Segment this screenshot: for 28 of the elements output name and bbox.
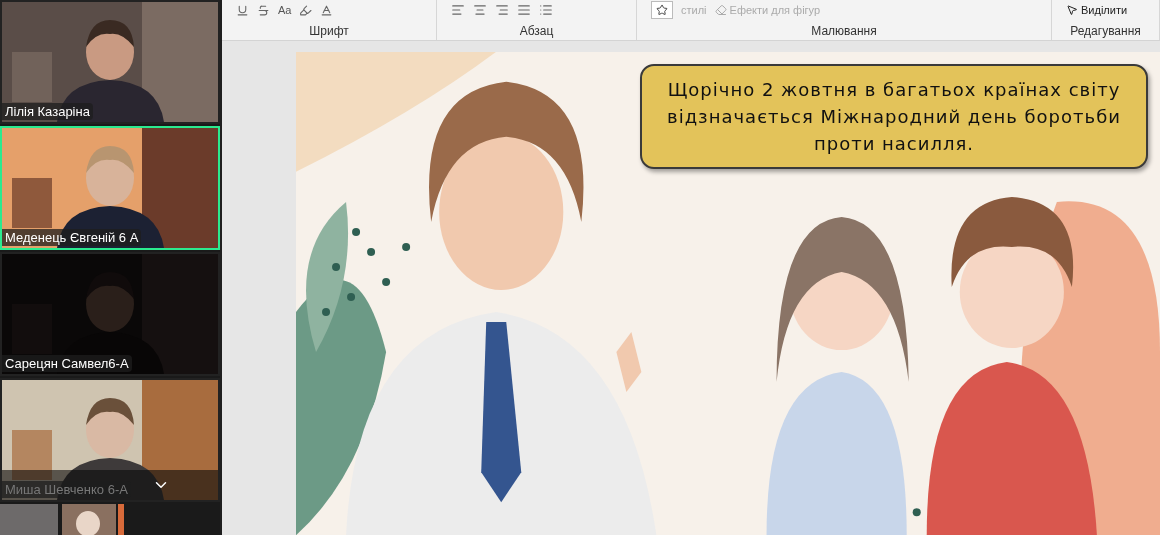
pointer-icon <box>1066 4 1078 16</box>
select-button[interactable]: Виділити <box>1066 4 1128 16</box>
group-label: Шрифт <box>309 24 349 38</box>
underline-icon[interactable] <box>236 3 249 17</box>
align-center-icon[interactable] <box>473 3 487 17</box>
strikethrough-icon[interactable] <box>257 3 270 17</box>
group-label: Абзац <box>519 24 554 38</box>
align-left-icon[interactable] <box>451 3 465 17</box>
video-tile[interactable]: Меденець Євгеній 6 А <box>0 126 220 250</box>
participant-name: Сарецян Самвел6-А <box>2 355 132 372</box>
highlighter-icon[interactable] <box>299 3 313 17</box>
font-color-icon[interactable] <box>320 3 334 17</box>
star-icon[interactable] <box>656 4 668 16</box>
participant-name: Лілія Казаріна <box>2 103 93 120</box>
participant-name: Миша Шевченко 6-А <box>2 481 131 498</box>
group-label: Малювання <box>811 24 877 38</box>
justify-icon[interactable] <box>517 3 531 17</box>
video-tile[interactable]: Лілія Казаріна <box>0 0 220 124</box>
callout-text: Щорічно 2 жовтня в багатьох країнах світу відзначається Міжнародний день боротьби проти насилля. <box>640 64 1148 169</box>
group-label: Редагування <box>1070 24 1141 38</box>
eraser-icon <box>714 4 727 16</box>
video-tile[interactable]: Миша Шевченко 6-А <box>0 378 220 502</box>
align-right-icon[interactable] <box>495 3 509 17</box>
list-icon[interactable] <box>539 3 553 17</box>
shapes-gallery[interactable] <box>651 1 673 19</box>
change-case-button[interactable]: Aa <box>278 4 292 16</box>
video-tile[interactable]: Сарецян Самвел6-А <box>0 252 220 376</box>
participant-name: Меденець Євгеній 6 А <box>2 229 142 246</box>
